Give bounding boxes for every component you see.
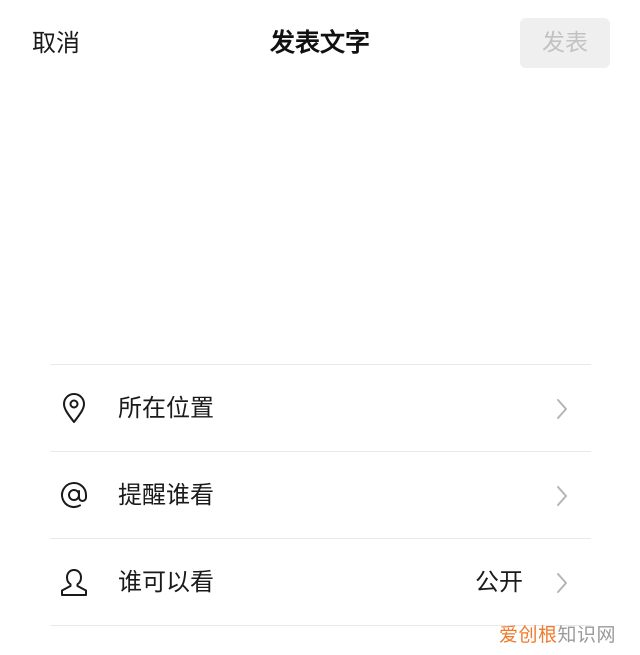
watermark-accent-text: 爱创根 [498,624,558,646]
person-icon [58,566,90,598]
at-sign-icon [58,479,90,511]
option-location[interactable]: 所在位置 [50,364,591,451]
watermark-text: 知识网 [557,624,616,646]
chevron-right-icon [555,398,569,420]
post-options-list: 所在位置 提醒谁看 谁可以看 公开 [50,364,591,626]
chevron-right-icon [555,572,569,594]
watermark: 爱创根知识网 [499,623,616,647]
top-bar: 取消 发表文字 发表 [0,0,640,88]
location-pin-icon [58,392,90,424]
cancel-button[interactable]: 取消 [32,26,80,60]
post-text-input[interactable] [32,90,612,354]
visibility-value: 公开 [475,568,523,596]
chevron-right-icon [555,485,569,507]
publish-button[interactable]: 发表 [520,18,610,68]
option-label: 谁可以看 [118,568,214,596]
option-label: 所在位置 [118,394,214,422]
option-label: 提醒谁看 [118,481,214,509]
option-visibility[interactable]: 谁可以看 公开 [50,538,591,626]
option-remind[interactable]: 提醒谁看 [50,451,591,538]
